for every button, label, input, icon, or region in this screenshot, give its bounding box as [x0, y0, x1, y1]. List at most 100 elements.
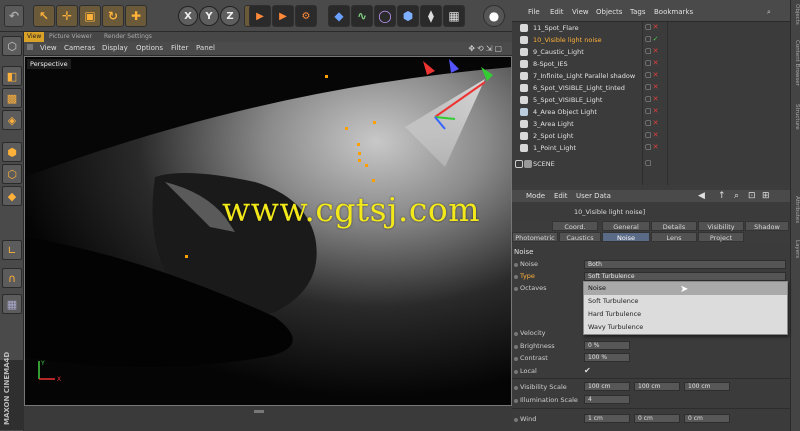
tab-content-browser[interactable]: Content Browser [794, 40, 800, 86]
move-icon[interactable]: ✛ [56, 5, 78, 27]
menu-tags[interactable]: Tags [630, 8, 646, 16]
object-row[interactable]: 9_Caustic_Light ▢✕ [512, 46, 790, 58]
menu-option-hard-turbulence[interactable]: Hard Turbulence [584, 308, 787, 321]
model-mode-icon[interactable]: ◧ [2, 66, 22, 86]
object-row[interactable]: 8-Spot_IES ▢✕ [512, 58, 790, 70]
light-handle[interactable] [325, 75, 328, 78]
tab-noise[interactable]: Noise [602, 232, 650, 242]
menu-view[interactable]: View [40, 44, 57, 52]
light-handle[interactable] [365, 164, 368, 167]
expand-icon[interactable] [515, 160, 523, 168]
noise-dropdown[interactable]: Both [584, 260, 786, 269]
tab-lens[interactable]: Lens [651, 232, 697, 242]
menu-objects[interactable]: Objects [596, 8, 622, 16]
object-row[interactable]: SCENE ▢ [512, 158, 790, 170]
scale-icon[interactable]: ▣ [79, 5, 101, 27]
menu-user-data[interactable]: User Data [576, 192, 611, 200]
menu-bookmarks[interactable]: Bookmarks [654, 8, 693, 16]
tab-caustics[interactable]: Caustics [559, 232, 601, 242]
y-axis-button[interactable]: Y [199, 6, 219, 26]
visibility-flags[interactable]: ▢✕ [645, 131, 660, 139]
edges-mode-icon[interactable]: ⬡ [2, 164, 22, 184]
menu-option-wavy-turbulence[interactable]: Wavy Turbulence [584, 321, 787, 334]
menu-view[interactable]: View [572, 8, 589, 16]
tab-general[interactable]: General [602, 221, 650, 231]
tab-render-settings[interactable]: Render Settings [101, 32, 155, 42]
snap-icon[interactable]: ▦ [2, 294, 22, 314]
type-dropdown[interactable]: Soft Turbulence [584, 272, 786, 281]
object-row[interactable]: 5_Spot_VISIBLE_Light ▢✕ [512, 94, 790, 106]
visibility-flags[interactable]: ▢✕ [645, 143, 660, 151]
visibility-flags[interactable]: ▢✕ [645, 95, 660, 103]
axis-mode-icon[interactable]: ∟ [2, 240, 22, 260]
contrast-field[interactable]: 100 % [584, 353, 630, 362]
visibility-flags[interactable]: ▢✓ [645, 35, 660, 43]
visibility-flags[interactable]: ▢✕ [645, 83, 660, 91]
add-icon[interactable]: ✚ [125, 5, 147, 27]
object-row[interactable]: 2_Spot Light ▢✕ [512, 130, 790, 142]
visibility-scale-z-field[interactable]: 100 cm [684, 382, 730, 391]
visibility-scale-y-field[interactable]: 100 cm [634, 382, 680, 391]
spline-icon[interactable]: ∿ [351, 5, 373, 27]
timeline-bar[interactable] [24, 406, 512, 431]
wind-z-field[interactable]: 0 cm [684, 414, 730, 423]
rotate-icon[interactable]: ↻ [102, 5, 124, 27]
menu-options[interactable]: Options [136, 44, 163, 52]
tab-layers[interactable]: Layers [794, 240, 800, 258]
menu-cameras[interactable]: Cameras [64, 44, 95, 52]
back-arrow-icon[interactable]: ◀ [698, 191, 705, 201]
polygons-mode-icon[interactable]: ◆ [2, 186, 22, 206]
undo-icon[interactable]: ↶ [4, 5, 24, 27]
tab-coord[interactable]: Coord. [552, 221, 598, 231]
light-bulb-icon[interactable]: ● [483, 5, 505, 27]
illumination-scale-field[interactable]: 4 [584, 395, 630, 404]
search-icon[interactable]: ⌕ [734, 191, 739, 201]
light-handle[interactable] [357, 143, 360, 146]
light-handle[interactable] [372, 179, 375, 182]
object-row[interactable]: 3_Area Light ▢✕ [512, 118, 790, 130]
workplane-icon[interactable]: ◈ [2, 110, 22, 130]
light-handle[interactable] [345, 127, 348, 130]
make-editable-icon[interactable]: ⬡ [2, 36, 22, 56]
tab-structure[interactable]: Structure [794, 104, 800, 130]
magnet-icon[interactable]: ∩ [2, 268, 22, 288]
wind-y-field[interactable]: 0 cm [634, 414, 680, 423]
menu-filter[interactable]: Filter [171, 44, 188, 52]
light-handle[interactable] [358, 159, 361, 162]
tab-view[interactable]: View [24, 32, 45, 42]
cube-icon[interactable]: ◆ [328, 5, 350, 27]
visibility-flags[interactable]: ▢✕ [645, 119, 660, 127]
light-handle[interactable] [185, 255, 188, 258]
menu-option-soft-turbulence[interactable]: Soft Turbulence [584, 295, 787, 308]
object-row[interactable]: 11_Spot_Flare ▢✕ [512, 22, 790, 34]
camera-icon[interactable]: ▦ [443, 5, 465, 27]
tab-shadow[interactable]: Shadow [745, 221, 789, 231]
deformer-icon[interactable]: ⧫ [420, 5, 442, 27]
light-handle[interactable] [373, 121, 376, 124]
array-icon[interactable]: ⬢ [397, 5, 419, 27]
search-icon[interactable]: ⌕ [767, 8, 771, 17]
tab-picture-viewer[interactable]: Picture Viewer [46, 32, 95, 42]
select-tool-icon[interactable]: ↖ [33, 5, 55, 27]
render-settings-icon[interactable]: ⚙ [295, 5, 317, 27]
viewport-nav-icons[interactable]: ✥⟲⇲▢ [468, 44, 504, 53]
visibility-scale-x-field[interactable]: 100 cm [584, 382, 630, 391]
visibility-flags[interactable]: ▢✕ [645, 47, 660, 55]
object-row[interactable]: 4_Area Object Light ▢✕ [512, 106, 790, 118]
tab-visibility[interactable]: Visibility [698, 221, 744, 231]
brightness-field[interactable]: 0 % [584, 341, 630, 350]
tab-objects[interactable]: Objects [794, 4, 800, 25]
menu-edit[interactable]: Edit [550, 8, 564, 16]
visibility-flags[interactable]: ▢✕ [645, 59, 660, 67]
visibility-flags[interactable]: ▢✕ [645, 107, 660, 115]
points-mode-icon[interactable]: ⬢ [2, 142, 22, 162]
render-view-icon[interactable]: ▶ [249, 5, 271, 27]
tab-photometric[interactable]: Photometric [512, 232, 558, 242]
new-window-icon[interactable]: ⊞ [762, 191, 770, 201]
lock-icon[interactable]: ⊡ [748, 191, 756, 201]
light-handle[interactable] [358, 152, 361, 155]
visibility-flags[interactable]: ▢✕ [645, 23, 660, 31]
object-row[interactable]: 6_Spot_VISIBLE_Light_tinted ▢✕ [512, 82, 790, 94]
texture-mode-icon[interactable]: ▩ [2, 88, 22, 108]
visibility-flags[interactable]: ▢ [645, 159, 653, 167]
